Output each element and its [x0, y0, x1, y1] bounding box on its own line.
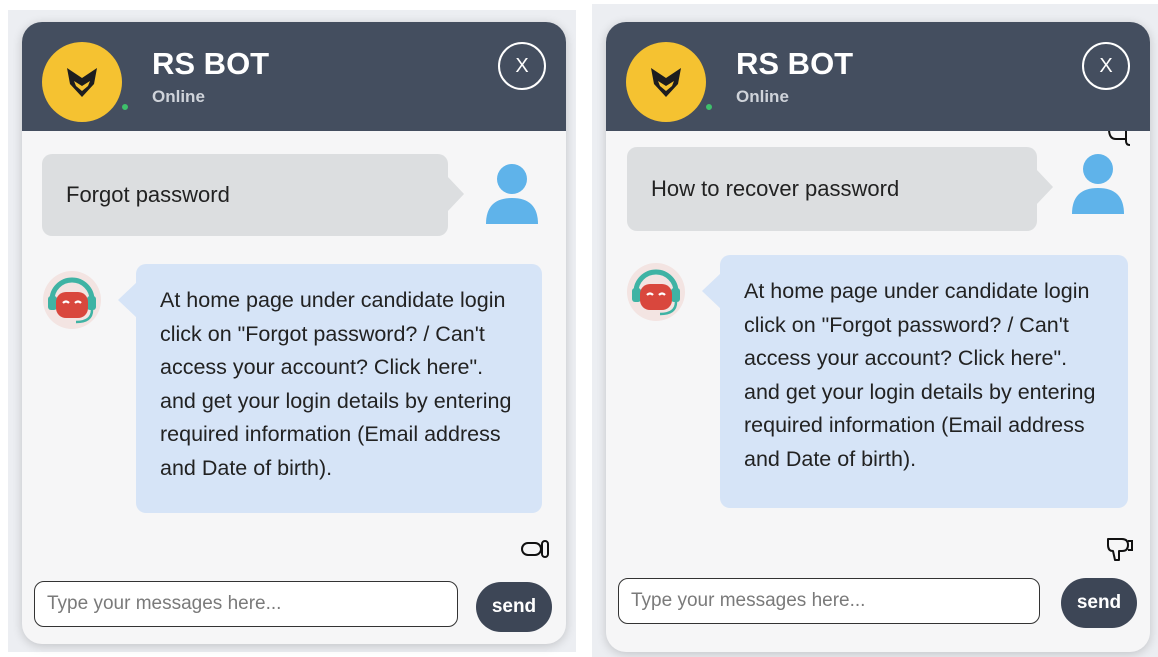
user-message-bubble: How to recover password [627, 147, 1053, 231]
bot-message-text: At home page under candidate login click… [744, 279, 1096, 471]
user-message-bubble: Forgot password [42, 154, 464, 236]
bot-status: Online [736, 87, 789, 106]
online-indicator [704, 102, 714, 112]
bot-avatar-icon [43, 271, 101, 329]
message-input[interactable] [618, 578, 1040, 624]
send-button[interactable]: send [1061, 578, 1137, 628]
bot-logo [42, 42, 122, 122]
chat-header: RS BOT Online X [606, 22, 1150, 131]
bot-message-bubble: At home page under candidate login click… [702, 255, 1128, 508]
bot-name: RS BOT [736, 46, 854, 81]
fox-logo-icon [67, 68, 97, 97]
message-input[interactable] [34, 581, 458, 627]
bot-message-text: At home page under candidate login click… [160, 288, 512, 480]
send-button[interactable]: send [476, 582, 552, 632]
close-button[interactable]: X [1082, 42, 1130, 90]
thumbs-down-outline-icon[interactable] [520, 536, 550, 564]
user-message-text: How to recover password [651, 176, 900, 201]
chat-widget: RS BOT Online X Forgot password At home … [22, 22, 566, 644]
user-message-text: Forgot password [66, 182, 230, 207]
close-button[interactable]: X [498, 42, 546, 90]
user-avatar-icon [486, 164, 538, 224]
bot-logo [626, 42, 706, 122]
bot-status: Online [152, 87, 205, 106]
online-indicator [120, 102, 130, 112]
thumbs-down-icon[interactable] [1106, 131, 1132, 147]
bot-avatar-icon [627, 263, 685, 321]
chat-panel-right: RS BOT Online X How to recover password … [592, 4, 1158, 657]
fox-logo-icon [651, 68, 681, 97]
chat-panel-left: RS BOT Online X Forgot password At home … [8, 10, 576, 652]
thumbs-down-icon[interactable] [1104, 535, 1134, 563]
user-avatar-icon [1072, 154, 1124, 214]
chat-header: RS BOT Online X [22, 22, 566, 131]
bot-name: RS BOT [152, 46, 270, 81]
bot-message-bubble: At home page under candidate login click… [118, 264, 542, 513]
chat-widget: RS BOT Online X How to recover password … [606, 22, 1150, 652]
